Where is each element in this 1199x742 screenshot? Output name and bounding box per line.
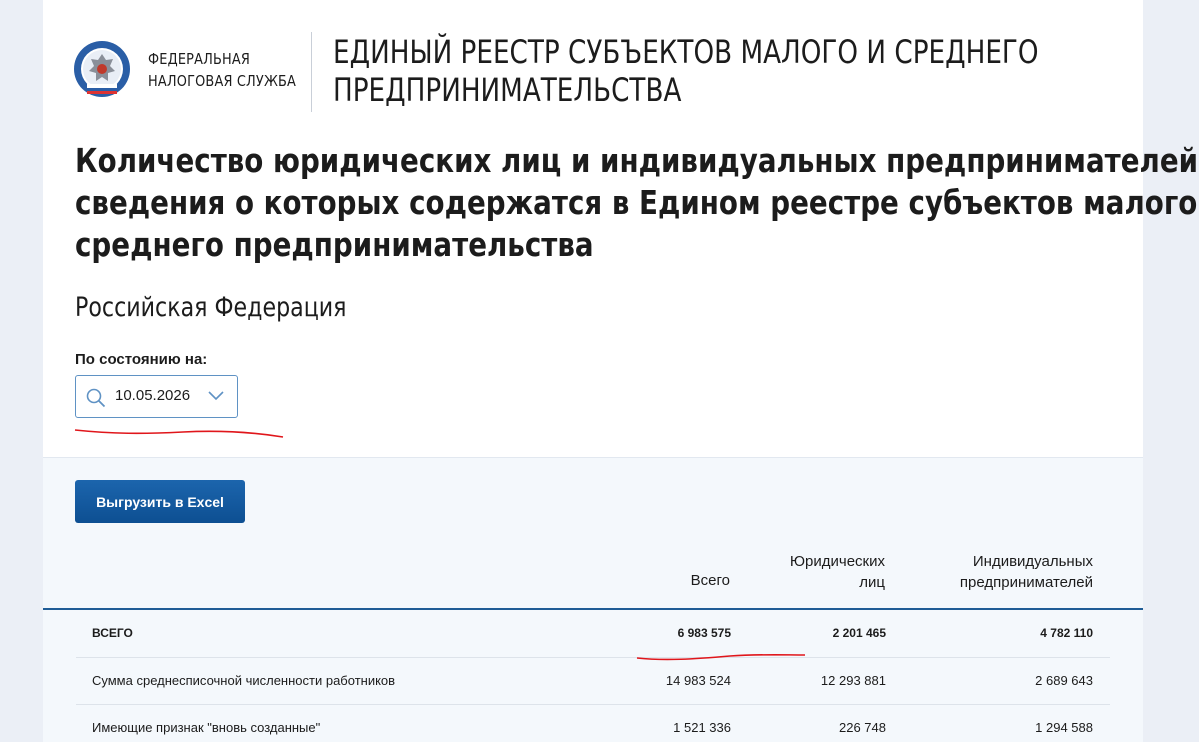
header-divider	[311, 32, 312, 112]
org-name-line2: НАЛОГОВАЯ СЛУЖБА	[148, 72, 297, 90]
table-row: Сумма среднесписочной численности работн…	[76, 658, 1110, 705]
column-header-legal-entities: Юридических лиц	[733, 551, 885, 593]
cell-ind: 2 689 643	[1035, 673, 1093, 688]
registry-title-line2: ПРЕДПРИНИМАТЕЛЬСТВА	[333, 71, 682, 109]
table-row: Имеющие признак "вновь созданные" 1 521 …	[76, 705, 1110, 742]
page-title-line2: сведения о которых содержатся в Едином р…	[75, 183, 1199, 222]
column-header-ind-line2: предпринимателей	[959, 574, 1093, 591]
org-name: ФЕДЕРАЛЬНАЯ НАЛОГОВАЯ СЛУЖБА	[148, 48, 296, 92]
cell-total: 14 983 524	[665, 673, 731, 688]
chevron-down-icon[interactable]	[208, 391, 224, 401]
cell-total: 1 521 336	[673, 720, 731, 735]
cell-legal: 12 293 881	[820, 673, 886, 688]
column-header-total: Всего	[690, 572, 730, 589]
region-title: Российская Федерация	[75, 292, 347, 323]
red-underline-annotation	[74, 429, 284, 438]
row-label: Имеющие признак "вновь созданные"	[92, 720, 321, 735]
cell-total: 6 983 575	[677, 626, 731, 640]
cell-legal: 2 201 465	[832, 626, 886, 640]
date-value: 10.05.2026	[115, 387, 191, 404]
fns-emblem-logo[interactable]	[73, 40, 131, 98]
date-filter-label: По состоянию на:	[75, 351, 208, 368]
cell-ind: 4 782 110	[1040, 626, 1093, 640]
row-label: Сумма среднесписочной численности работн…	[92, 673, 396, 688]
table-header-rule	[43, 608, 1143, 610]
registry-title-line1: ЕДИНЫЙ РЕЕСТР СУБЪЕКТОВ МАЛОГО И СРЕДНЕГ…	[333, 33, 1039, 71]
column-header-legal-line1: Юридических	[789, 553, 885, 570]
column-header-ind-line1: Индивидуальных	[972, 553, 1093, 570]
cell-legal: 226 748	[839, 720, 886, 735]
export-excel-button[interactable]: Выгрузить в Excel	[75, 480, 245, 523]
table-row-total: ВСЕГО 6 983 575 2 201 465 4 782 110	[76, 611, 1110, 658]
page-title: Количество юридических лиц и индивидуаль…	[75, 140, 1199, 266]
column-header-legal-line2: лиц	[859, 574, 885, 591]
date-picker[interactable]: 10.05.2026	[75, 375, 238, 418]
page-container: ФЕДЕРАЛЬНАЯ НАЛОГОВАЯ СЛУЖБА ЕДИНЫЙ РЕЕС…	[43, 0, 1199, 742]
row-label: ВСЕГО	[92, 626, 133, 640]
page-title-line3: среднего предпринимательства	[75, 225, 594, 264]
org-name-line1: ФЕДЕРАЛЬНАЯ	[148, 50, 251, 68]
registry-title: ЕДИНЫЙ РЕЕСТР СУБЪЕКТОВ МАЛОГО И СРЕДНЕГ…	[333, 33, 1055, 109]
column-header-individuals: Индивидуальных предпринимателей	[913, 551, 1093, 593]
search-icon	[86, 388, 106, 408]
cell-ind: 1 294 588	[1035, 720, 1093, 735]
page-title-line1: Количество юридических лиц и индивидуаль…	[75, 141, 1199, 180]
